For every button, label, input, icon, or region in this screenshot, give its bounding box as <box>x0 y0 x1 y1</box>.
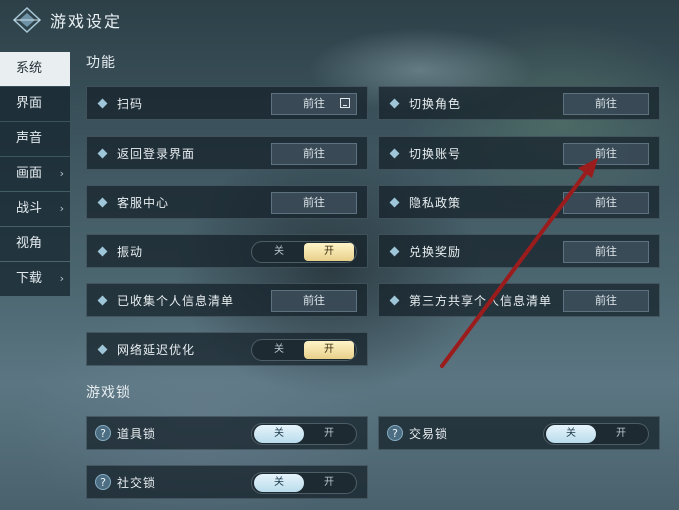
privacy-goto-button[interactable]: 前往 <box>563 192 649 214</box>
chevron-right-icon: › <box>59 202 64 215</box>
button-label: 前往 <box>595 147 617 160</box>
title-bar: 游戏设定 <box>0 0 679 40</box>
section-title-game-lock: 游戏锁 <box>86 385 131 401</box>
toggle-off-option[interactable]: 关 <box>254 340 304 360</box>
setting-label: 振动 <box>117 245 144 259</box>
setting-label: 第三方共享个人信息清单 <box>409 294 553 308</box>
toggle-on-option[interactable]: 开 <box>596 424 646 444</box>
item-lock-toggle[interactable]: 关 开 <box>251 423 357 445</box>
setting-label: 切换角色 <box>409 97 462 111</box>
chevron-right-icon: › <box>59 272 64 285</box>
button-label: 前往 <box>595 245 617 258</box>
button-label: 前往 <box>303 294 325 307</box>
question-icon[interactable]: ? <box>95 425 111 441</box>
question-icon[interactable]: ? <box>95 474 111 490</box>
setting-row-vibration: 振动 关 开 <box>86 234 368 268</box>
setting-label: 隐私政策 <box>409 196 462 210</box>
sidebar-item-label: 系统 <box>16 61 43 76</box>
return-login-goto-button[interactable]: 前往 <box>271 143 357 165</box>
button-label: 前往 <box>303 196 325 209</box>
scan-icon <box>340 98 350 108</box>
setting-row-privacy: 隐私政策 前往 <box>378 185 660 219</box>
toggle-on-option[interactable]: 开 <box>304 341 354 359</box>
sidebar-item-camera[interactable]: 视角 <box>0 227 70 261</box>
sidebar-item-system[interactable]: 系统 <box>0 52 70 86</box>
toggle-off-option[interactable]: 关 <box>254 425 304 443</box>
setting-row-personal-info: 已收集个人信息清单 前往 <box>86 283 368 317</box>
button-label: 前往 <box>595 97 617 110</box>
setting-row-social-lock: ? 社交锁 关 开 <box>86 465 368 499</box>
setting-label: 兑换奖励 <box>409 245 462 259</box>
third-party-goto-button[interactable]: 前往 <box>563 290 649 312</box>
back-logo-icon[interactable] <box>12 6 42 34</box>
setting-row-switch-account: 切换账号 前往 <box>378 136 660 170</box>
redeem-goto-button[interactable]: 前往 <box>563 241 649 263</box>
sidebar: 系统 界面 声音 画面 › 战斗 › 视角 下载 › <box>0 52 70 297</box>
toggle-on-option[interactable]: 开 <box>304 424 354 444</box>
trade-lock-toggle[interactable]: 关 开 <box>543 423 649 445</box>
sidebar-item-download[interactable]: 下载 › <box>0 262 70 296</box>
diamond-bullet-icon <box>389 148 400 159</box>
setting-label: 已收集个人信息清单 <box>117 294 235 308</box>
network-toggle[interactable]: 关 开 <box>251 339 357 361</box>
sidebar-item-label: 画面 <box>16 166 43 181</box>
diamond-bullet-icon <box>389 295 400 306</box>
setting-row-customer-service: 客服中心 前往 <box>86 185 368 219</box>
sidebar-item-label: 界面 <box>16 96 43 111</box>
setting-label: 扫码 <box>117 97 144 111</box>
sidebar-item-sound[interactable]: 声音 <box>0 122 70 156</box>
toggle-on-option[interactable]: 开 <box>304 243 354 261</box>
setting-label: 返回登录界面 <box>117 147 196 161</box>
customer-service-goto-button[interactable]: 前往 <box>271 192 357 214</box>
setting-label: 交易锁 <box>409 427 449 441</box>
switch-account-goto-button[interactable]: 前往 <box>563 143 649 165</box>
diamond-bullet-icon <box>97 246 108 257</box>
sidebar-item-label: 下载 <box>16 271 43 286</box>
toggle-off-option[interactable]: 关 <box>254 474 304 492</box>
setting-label: 社交锁 <box>117 476 157 490</box>
sidebar-item-interface[interactable]: 界面 <box>0 87 70 121</box>
switch-role-goto-button[interactable]: 前往 <box>563 93 649 115</box>
setting-label: 网络延迟优化 <box>117 343 196 357</box>
page-title: 游戏设定 <box>50 12 123 31</box>
button-label: 前往 <box>595 196 617 209</box>
button-label: 前往 <box>303 97 325 110</box>
question-icon[interactable]: ? <box>387 425 403 441</box>
sidebar-item-label: 视角 <box>16 236 43 251</box>
personal-info-goto-button[interactable]: 前往 <box>271 290 357 312</box>
setting-row-trade-lock: ? 交易锁 关 开 <box>378 416 660 450</box>
diamond-bullet-icon <box>389 246 400 257</box>
scan-goto-button[interactable]: 前往 <box>271 93 357 115</box>
vibration-toggle[interactable]: 关 开 <box>251 241 357 263</box>
diamond-bullet-icon <box>97 197 108 208</box>
sidebar-item-label: 声音 <box>16 131 43 146</box>
setting-row-switch-role: 切换角色 前往 <box>378 86 660 120</box>
social-lock-toggle[interactable]: 关 开 <box>251 472 357 494</box>
toggle-off-option[interactable]: 关 <box>254 242 304 262</box>
setting-row-item-lock: ? 道具锁 关 开 <box>86 416 368 450</box>
setting-label: 切换账号 <box>409 147 462 161</box>
setting-row-third-party: 第三方共享个人信息清单 前往 <box>378 283 660 317</box>
setting-row-redeem: 兑换奖励 前往 <box>378 234 660 268</box>
setting-row-scan: 扫码 前往 <box>86 86 368 120</box>
diamond-bullet-icon <box>97 98 108 109</box>
sidebar-item-combat[interactable]: 战斗 › <box>0 192 70 226</box>
diamond-bullet-icon <box>97 344 108 355</box>
setting-row-network: 网络延迟优化 关 开 <box>86 332 368 366</box>
toggle-off-option[interactable]: 关 <box>546 425 596 443</box>
button-label: 前往 <box>303 147 325 160</box>
diamond-bullet-icon <box>97 148 108 159</box>
diamond-bullet-icon <box>389 197 400 208</box>
sidebar-item-label: 战斗 <box>16 201 43 216</box>
toggle-on-option[interactable]: 开 <box>304 473 354 493</box>
setting-label: 客服中心 <box>117 196 170 210</box>
setting-label: 道具锁 <box>117 427 157 441</box>
sidebar-item-graphics[interactable]: 画面 › <box>0 157 70 191</box>
chevron-right-icon: › <box>59 167 64 180</box>
setting-row-return-login: 返回登录界面 前往 <box>86 136 368 170</box>
section-title-functions: 功能 <box>86 55 116 71</box>
button-label: 前往 <box>595 294 617 307</box>
diamond-bullet-icon <box>97 295 108 306</box>
diamond-bullet-icon <box>389 98 400 109</box>
